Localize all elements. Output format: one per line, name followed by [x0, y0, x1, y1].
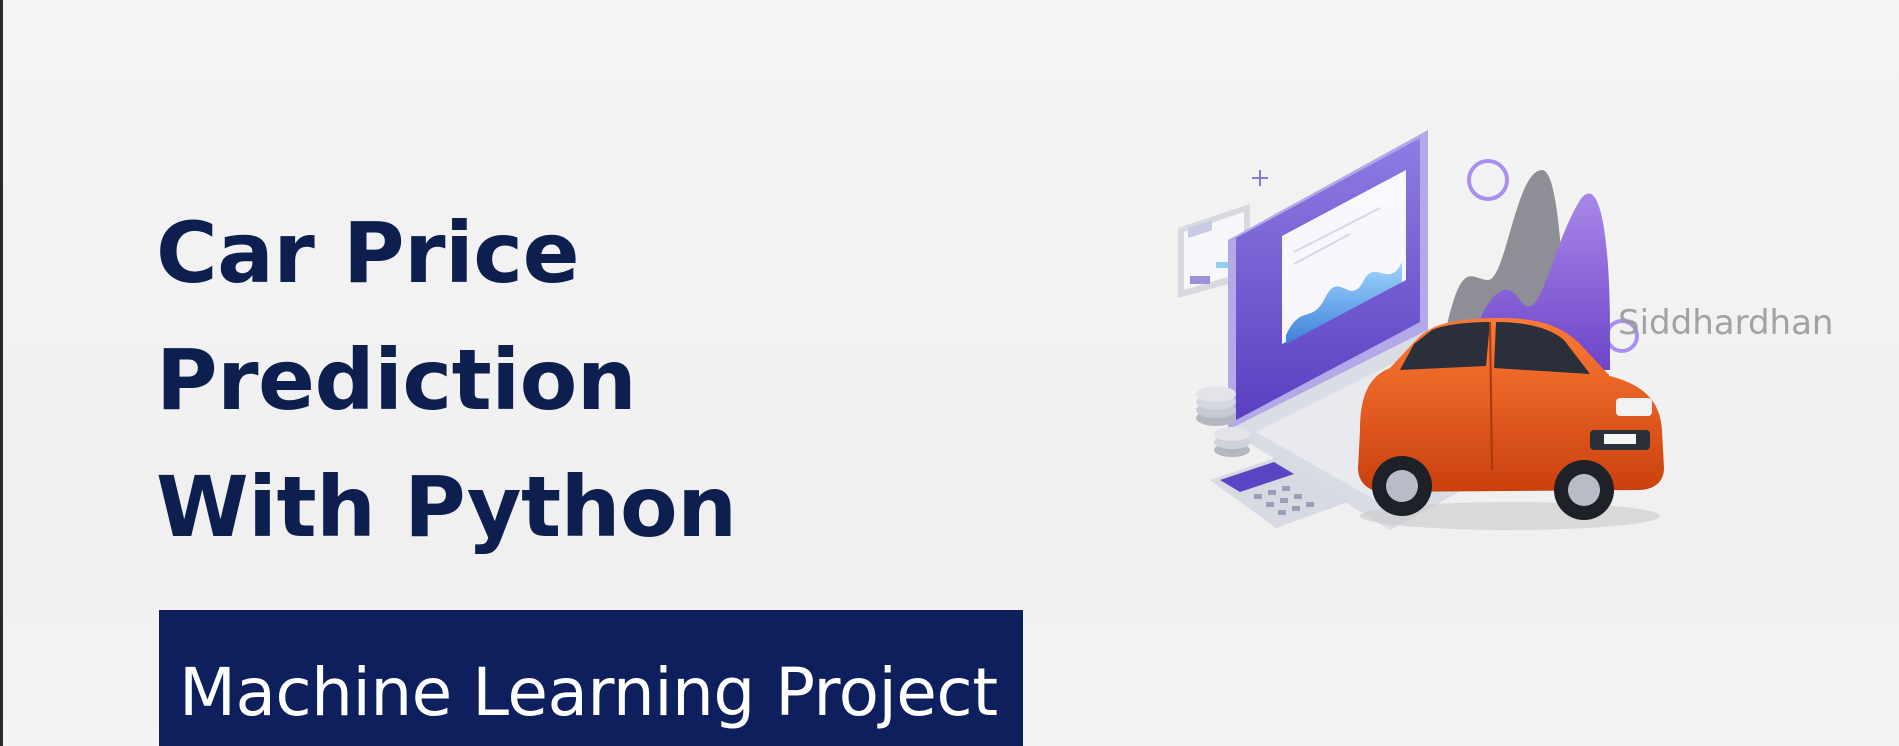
plus-icon: [1252, 170, 1268, 186]
slide-title: Car Price Prediction With Python: [156, 190, 737, 571]
title-line-1: Car Price: [156, 204, 580, 302]
window-edge: [0, 0, 3, 746]
title-line-3: With Python: [156, 458, 737, 556]
ring-icon: [1467, 159, 1509, 201]
subtitle-text: Machine Learning Project: [179, 654, 998, 731]
title-line-2: Prediction: [156, 331, 637, 429]
watermark-text: Siddhardhan: [1618, 303, 1834, 343]
subtitle-banner: Machine Learning Project: [159, 610, 1023, 746]
